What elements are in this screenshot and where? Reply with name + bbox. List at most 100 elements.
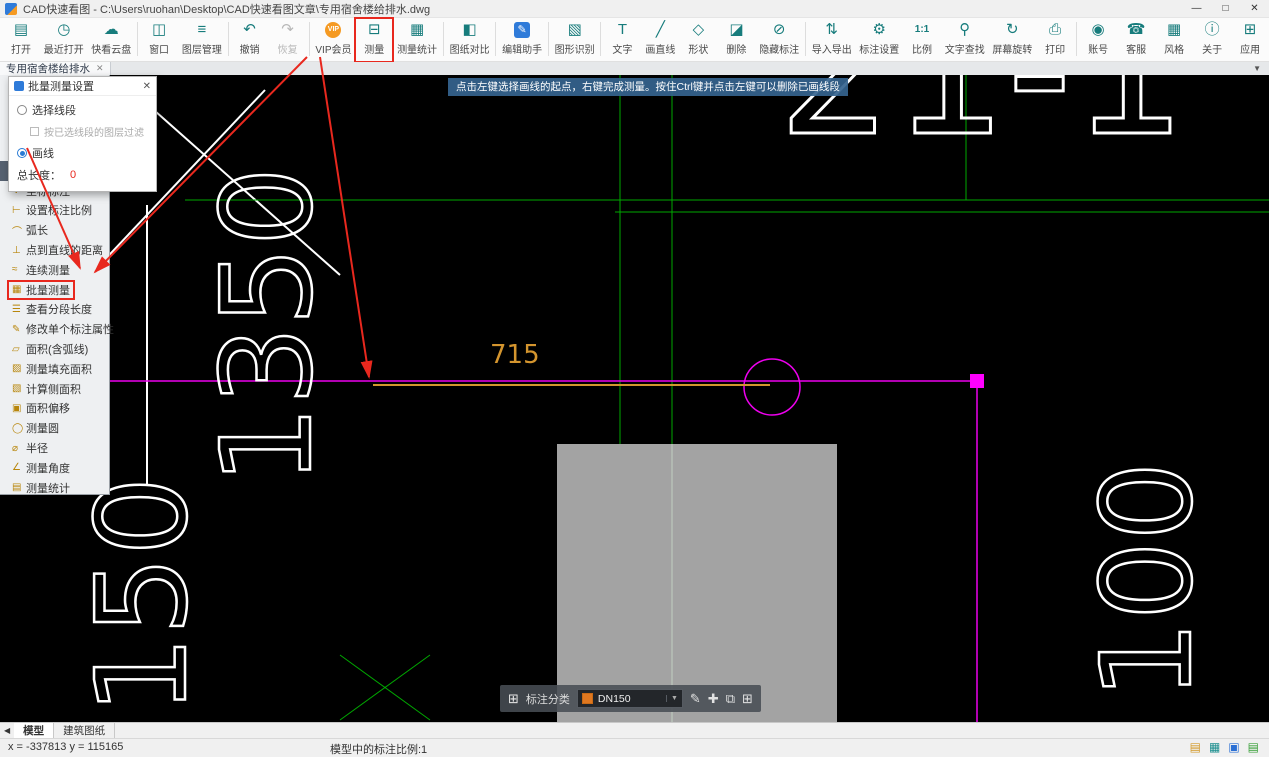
- toolbar-label: 风格: [1164, 41, 1184, 56]
- layout-nav-icon[interactable]: ◀: [0, 723, 14, 738]
- sidebar-item-calc-side-area[interactable]: ▧ 计算侧面积: [0, 379, 109, 399]
- category-dropdown[interactable]: DN150 ▼: [577, 689, 683, 708]
- sidebar-item-area-offset[interactable]: ▣ 面积偏移: [0, 399, 109, 419]
- option-select-segment[interactable]: 选择线段: [17, 102, 148, 118]
- pencil-icon: ✎: [12, 324, 26, 335]
- window-titlebar[interactable]: CAD快速看图 - C:\Users\ruohan\Desktop\CAD快速看…: [0, 0, 1269, 18]
- toolbar-label: 客服: [1126, 41, 1146, 56]
- toolbar-item-print[interactable]: ⎙ 打印: [1036, 18, 1074, 62]
- radius-icon: ⌀: [12, 443, 26, 454]
- sidebar-item-continuous-measure[interactable]: ≈ 连续测量: [0, 260, 109, 280]
- measure-value-text: 715: [490, 340, 540, 370]
- info-icon: ⓘ: [1205, 21, 1220, 39]
- line-icon: ╱: [656, 21, 665, 39]
- toolbar-separator: [600, 22, 601, 56]
- toolbar-item-account[interactable]: ◉ 账号: [1079, 18, 1117, 62]
- sidebar-item-label: 测量统计: [26, 480, 70, 496]
- close-button[interactable]: ✕: [1240, 0, 1269, 18]
- toolbar-item-text-search[interactable]: ⚲ 文字查找: [941, 18, 989, 62]
- toolbar-item-measure-stats[interactable]: ▦ 测量统计: [393, 18, 441, 62]
- open-folder-icon: ▤: [14, 21, 28, 39]
- sidebar-item-label: 计算侧面积: [26, 381, 81, 397]
- blue-app-icon[interactable]: ▣: [1228, 740, 1239, 754]
- layout-tab-model[interactable]: 模型: [14, 723, 54, 738]
- toolbar-item-redo[interactable]: ↷ 恢复: [269, 18, 307, 62]
- toolbar-item-text[interactable]: T 文字: [603, 18, 641, 62]
- toolbar-separator: [309, 22, 310, 56]
- sidebar-item-measure-fill-area[interactable]: ▨ 测量填充面积: [0, 359, 109, 379]
- checkbox-icon[interactable]: [30, 127, 39, 136]
- sidebar-item-measure-stats[interactable]: ▤ 测量统计: [0, 478, 109, 498]
- sidebar-item-measure-angle[interactable]: ∠ 测量角度: [0, 458, 109, 478]
- toolbar-item-shapes[interactable]: ◇ 形状: [679, 18, 717, 62]
- sidebar-item-set-annotation-scale[interactable]: ⊢ 设置标注比例: [0, 201, 109, 221]
- document-tab-active[interactable]: 专用宿舍楼给排水 ✕: [0, 62, 111, 75]
- toolbar-item-scale[interactable]: 1:1 比例: [903, 18, 941, 62]
- toolbar-item-delete[interactable]: ◪ 删除: [717, 18, 755, 62]
- endpoint-marker[interactable]: [970, 374, 984, 388]
- toolbar-item-cloud-drive[interactable]: ☁ 快看云盘: [88, 18, 136, 62]
- perpendicular-icon: ⊥: [12, 245, 26, 256]
- sidebar-item-measure-circle[interactable]: ◯ 测量圆: [0, 418, 109, 438]
- cad-canvas[interactable]: 1350 150 100 21-1 715 点击左键选择画线的起点，右键完成测量…: [0, 75, 1269, 722]
- category-color-swatch: [582, 693, 593, 704]
- option-label: 画线: [32, 145, 54, 161]
- toolbar-item-open[interactable]: ▤ 打开: [2, 18, 40, 62]
- grid-document-icon[interactable]: ▦: [1209, 740, 1220, 754]
- toolbar-separator: [805, 22, 806, 56]
- edit-annotation-button[interactable]: ✎: [690, 685, 701, 712]
- toolbar-item-drawing-compare[interactable]: ◧ 图纸对比: [446, 18, 494, 62]
- minimize-button[interactable]: —: [1182, 0, 1211, 18]
- toolbar-item-apps[interactable]: ⊞ 应用: [1231, 18, 1269, 62]
- layout-tab-drawing[interactable]: 建筑图纸: [54, 723, 115, 738]
- toolbar-item-edit-assistant[interactable]: ✎ 编辑助手: [498, 18, 546, 62]
- chevron-down-icon[interactable]: ▼: [666, 695, 678, 702]
- radio-unchecked-icon[interactable]: [17, 105, 27, 115]
- sidebar-item-batch-measure[interactable]: ▦ 批量测量: [0, 280, 109, 300]
- green-document-icon[interactable]: ▤: [1248, 740, 1259, 754]
- radio-checked-icon[interactable]: [17, 148, 27, 158]
- maximize-button[interactable]: □: [1211, 0, 1240, 18]
- total-length-value: 0: [70, 169, 76, 181]
- toolbar-item-vip[interactable]: VIP VIP会员: [312, 18, 356, 62]
- toolbar-item-layer-manager[interactable]: ≡ 图层管理: [178, 18, 226, 62]
- toolbar-label: 打开: [11, 41, 31, 56]
- move-annotation-button[interactable]: ✚: [708, 685, 719, 712]
- tab-close-icon[interactable]: ✕: [96, 63, 104, 74]
- sidebar-item-arc-length[interactable]: ⌒ 弧长: [0, 220, 109, 240]
- sidebar-item-area-with-arc[interactable]: ▱ 面积(含弧线): [0, 339, 109, 359]
- sidebar-item-point-to-line-distance[interactable]: ⊥ 点到直线的距离: [0, 240, 109, 260]
- toolbar-item-shape-recognition[interactable]: ▧ 图形识别: [551, 18, 599, 62]
- toolbar-item-window[interactable]: ◫ 窗口: [140, 18, 178, 62]
- cad-geometry: 1350 150 100 21-1 715: [70, 75, 1269, 722]
- close-icon[interactable]: ✕: [143, 81, 151, 92]
- copy-annotation-button[interactable]: ⧉: [726, 685, 735, 712]
- side-area-icon: ▧: [12, 383, 26, 394]
- toolbar-item-undo[interactable]: ↶ 撤销: [231, 18, 269, 62]
- toolbar-label: 图层管理: [182, 41, 222, 56]
- option-draw-line[interactable]: 画线: [17, 145, 148, 161]
- dialog-titlebar[interactable]: 批量测量设置 ✕: [9, 77, 156, 96]
- paste-annotation-button[interactable]: ⊞: [742, 685, 753, 712]
- document-icon[interactable]: ▤: [1190, 740, 1201, 754]
- toolbar-item-screen-rotate[interactable]: ↻ 屏幕旋转: [989, 18, 1037, 62]
- sidebar-item-radius[interactable]: ⌀ 半径: [0, 438, 109, 458]
- toolbar-item-draw-line[interactable]: ╱ 画直线: [641, 18, 679, 62]
- toolbar-item-import-export[interactable]: ⇅ 导入导出: [808, 18, 856, 62]
- toolbar-item-recent-open[interactable]: ◷ 最近打开: [40, 18, 88, 62]
- sidebar-item-label: 连续测量: [26, 262, 70, 278]
- toolbar-item-support[interactable]: ☎ 客服: [1117, 18, 1155, 62]
- option-filter-by-layer[interactable]: 按已选线段的图层过滤: [30, 124, 148, 139]
- sidebar-item-modify-annotation-property[interactable]: ✎ 修改单个标注属性: [0, 319, 109, 339]
- toolbar-item-hide-annotation[interactable]: ⊘ 隐藏标注: [755, 18, 803, 62]
- tab-list-dropdown-icon[interactable]: ▼: [1253, 64, 1261, 73]
- toolbar-item-measure[interactable]: ⊟ 测量: [355, 18, 393, 62]
- toolbar-item-style[interactable]: ▦ 风格: [1155, 18, 1193, 62]
- hide-icon: ⊘: [773, 21, 786, 39]
- toolbar-item-about[interactable]: ⓘ 关于: [1193, 18, 1231, 62]
- toolbar-item-annotation-settings[interactable]: ⚙ 标注设置: [855, 18, 903, 62]
- sidebar-item-view-segment-length[interactable]: ☰ 查看分段长度: [0, 300, 109, 320]
- printer-icon: ⎙: [1049, 21, 1061, 39]
- toolbar-label: 删除: [726, 41, 746, 56]
- window-icon: ◫: [152, 21, 166, 39]
